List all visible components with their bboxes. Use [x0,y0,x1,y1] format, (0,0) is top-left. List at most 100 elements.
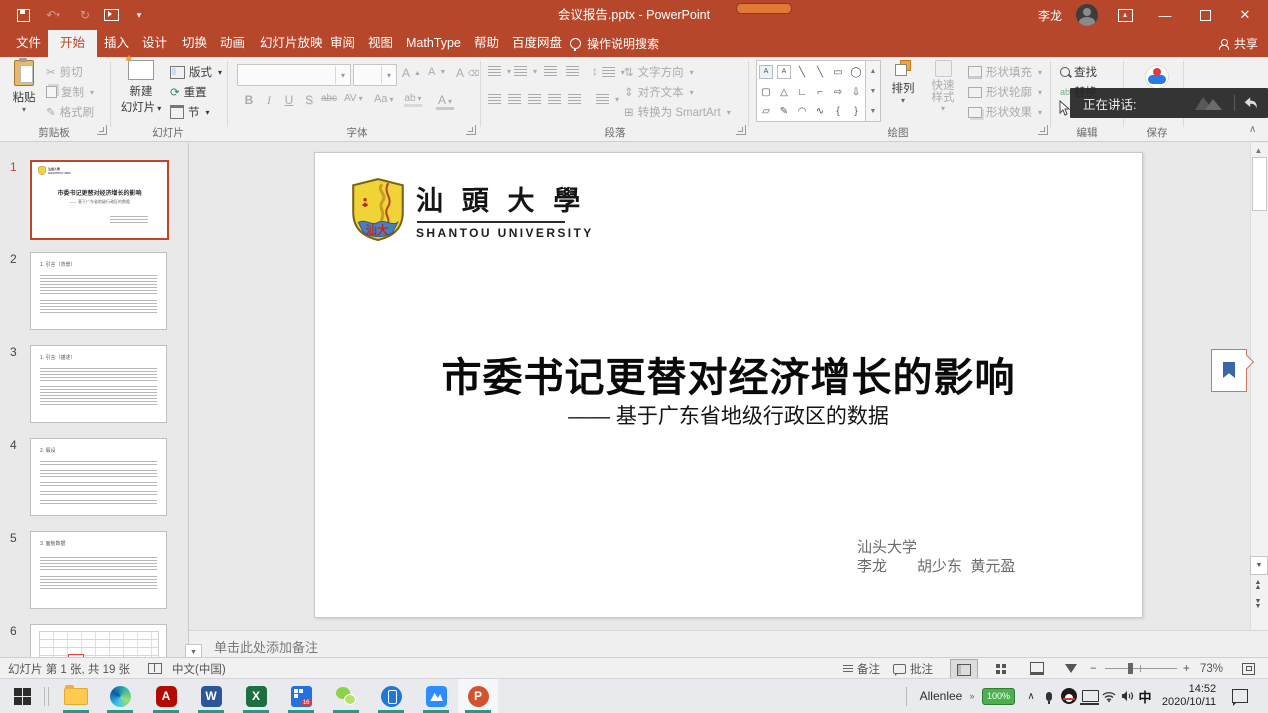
format-painter-button[interactable]: ✎ 格式刷 [46,104,94,120]
powerpoint-taskbar-button[interactable]: P [458,679,498,713]
justify-button[interactable] [548,94,561,104]
scrollbar-thumb[interactable] [1252,157,1267,211]
find-button[interactable]: 查找 [1060,64,1097,80]
restore-button[interactable] [1192,0,1218,30]
account-user-name[interactable]: 李龙 [1038,7,1062,24]
bold-button[interactable]: B [240,93,258,107]
zoom-in-button[interactable]: + [1183,658,1190,679]
comments-toggle-button[interactable]: 批注 [893,658,933,679]
scroll-down-button[interactable]: ▼ [1250,556,1268,575]
normal-view-button[interactable] [950,659,978,680]
slide-subtitle-text[interactable]: —— 基于广东省地级行政区的数据 [315,400,1142,430]
scroll-up-button[interactable]: ▲ [1252,146,1265,155]
increase-indent-button[interactable] [566,66,579,76]
underline-button[interactable]: U [280,93,298,107]
line-spacing-button[interactable]: ↕ [592,66,625,78]
slide-counter[interactable]: 幻灯片 第 1 张, 共 19 张 [8,658,130,679]
arc-shape-icon[interactable]: ◠ [798,106,807,117]
change-case-button[interactable]: Aa [374,93,392,105]
align-right-button[interactable] [528,94,541,104]
font-size-combo[interactable]: ▾ [353,64,397,86]
slide-title-text[interactable]: 市委书记更替对经济增长的影响 [315,345,1142,403]
rectangle-shape-icon[interactable]: ▭ [833,67,842,78]
gallery-down-icon[interactable]: ▼ [870,88,877,95]
rounded-rect-shape-icon[interactable]: ▢ [761,87,770,98]
ribbon-display-options-button[interactable]: ▴ [1112,0,1138,30]
acrobat-button[interactable]: A [146,679,186,713]
thumbnail-slide-3[interactable]: 1. 引言（描述） [30,345,167,423]
notes-placeholder[interactable]: 单击此处添加备注 [214,637,318,656]
textbox-shape-icon[interactable]: A [759,65,773,79]
quick-styles-button[interactable]: 快速样式 ▾ [922,60,964,113]
line-shape-icon[interactable]: ╲ [799,67,805,78]
reply-arrow-icon[interactable] [1243,96,1259,110]
bullets-button[interactable] [488,66,511,76]
tray-overflow-chevron-icon[interactable]: » [966,679,978,713]
bookmark-annotation-tool[interactable] [1211,349,1247,392]
start-button[interactable] [2,679,42,713]
text-shadow-button[interactable]: S [300,93,318,107]
zoom-slider-thumb[interactable] [1128,663,1133,674]
font-dialog-launcher[interactable] [466,125,476,135]
calendar-app-button[interactable] [281,679,321,713]
distribute-button[interactable] [568,94,581,104]
copy-button[interactable]: 复制 [46,84,94,100]
new-slide-button[interactable]: 新建 幻灯片 [118,60,164,115]
edge-browser-button[interactable] [100,679,140,713]
tencent-meeting-button[interactable] [416,679,456,713]
thumbnail-slide-6[interactable] [30,624,167,657]
slide-sorter-view-button[interactable] [988,659,1014,678]
spellcheck-indicator[interactable] [148,658,162,679]
tab-baidu-netdisk[interactable]: 百度网盘 [500,30,574,57]
gallery-more-icon[interactable]: ▼ [870,108,877,115]
shapes-gallery-scroll[interactable]: ▲ ▼ ▼ [866,60,881,122]
language-indicator[interactable]: 中文(中国) [172,658,226,679]
phone-app-button[interactable] [371,679,411,713]
left-brace-shape-icon[interactable]: { [836,106,839,117]
reset-button[interactable]: ⟳ 重置 [170,84,207,100]
tab-home[interactable]: 开始 [48,30,97,57]
avatar[interactable] [1076,4,1098,26]
excel-button[interactable]: X [236,679,276,713]
battery-indicator[interactable]: 100% [982,679,1015,713]
down-arrow-shape-icon[interactable]: ⇩ [852,87,860,98]
volume-tray-button[interactable] [1118,679,1136,713]
arrow-shape-icon[interactable]: ╲ [817,67,823,78]
gallery-up-icon[interactable]: ▲ [870,68,877,75]
smartart-button[interactable]: ⊞ 转换为 SmartArt [624,104,731,120]
section-button[interactable]: 节 [170,104,210,120]
clear-formatting-button[interactable]: A⌫ [456,66,479,80]
align-left-button[interactable] [488,94,501,104]
minimize-button[interactable]: — [1152,0,1178,30]
thumbnail-slide-2[interactable]: 1. 引言（背景） [30,252,167,330]
decrease-indent-button[interactable] [544,66,557,76]
columns-button[interactable] [596,94,619,104]
tell-me-search[interactable]: 操作说明搜索 [570,30,659,57]
slide-authors-text[interactable]: 汕头大学李龙 胡少东 黄元盈 [857,538,1015,576]
layout-button[interactable]: 版式 [170,64,222,80]
collapse-ribbon-button[interactable]: ∧ [1249,124,1256,135]
shapes-gallery[interactable]: A A ╲ ╲ ▭ ◯ ▢ △ ∟ ⌐ ⇨ ⇩ ▱ ✎ ◠ ∿ { } [756,60,866,122]
clock[interactable]: 14:522020/10/11 [1158,679,1220,713]
shape-outline-button[interactable]: 形状轮廓 [968,84,1042,100]
close-button[interactable]: ✕ [1232,0,1258,30]
zoom-level[interactable]: 73% [1200,658,1223,679]
shrink-font-button[interactable]: A▼ [428,66,446,78]
zoom-out-button[interactable]: − [1090,658,1097,679]
next-slide-button[interactable]: ▼▼ [1250,596,1266,613]
arrange-button[interactable]: 排列 ▾ [884,60,922,105]
highlight-color-button[interactable]: ab [404,93,422,107]
qq-tray-button[interactable] [1060,679,1078,713]
elbow-arrow-shape-icon[interactable]: ⌐ [817,87,823,98]
tray-user-label[interactable]: Allenlee [914,679,968,713]
slide-1-canvas[interactable]: 汕大 汕 頭 大 學 SHANTOU UNIVERSITY 市委书记更替对经济增… [314,152,1143,618]
wechat-button[interactable] [326,679,366,713]
shape-fill-button[interactable]: 形状填充 [968,64,1042,80]
university-logo[interactable]: 汕大 汕 頭 大 學 SHANTOU UNIVERSITY [351,177,594,241]
grow-font-button[interactable]: A▲ [402,66,421,80]
slideshow-view-button[interactable] [1058,659,1084,678]
curve-shape-icon[interactable]: ∿ [816,106,824,117]
font-color-button[interactable]: A [436,93,454,110]
oval-shape-icon[interactable]: ◯ [850,67,861,78]
right-arrow-shape-icon[interactable]: ⇨ [834,87,842,98]
